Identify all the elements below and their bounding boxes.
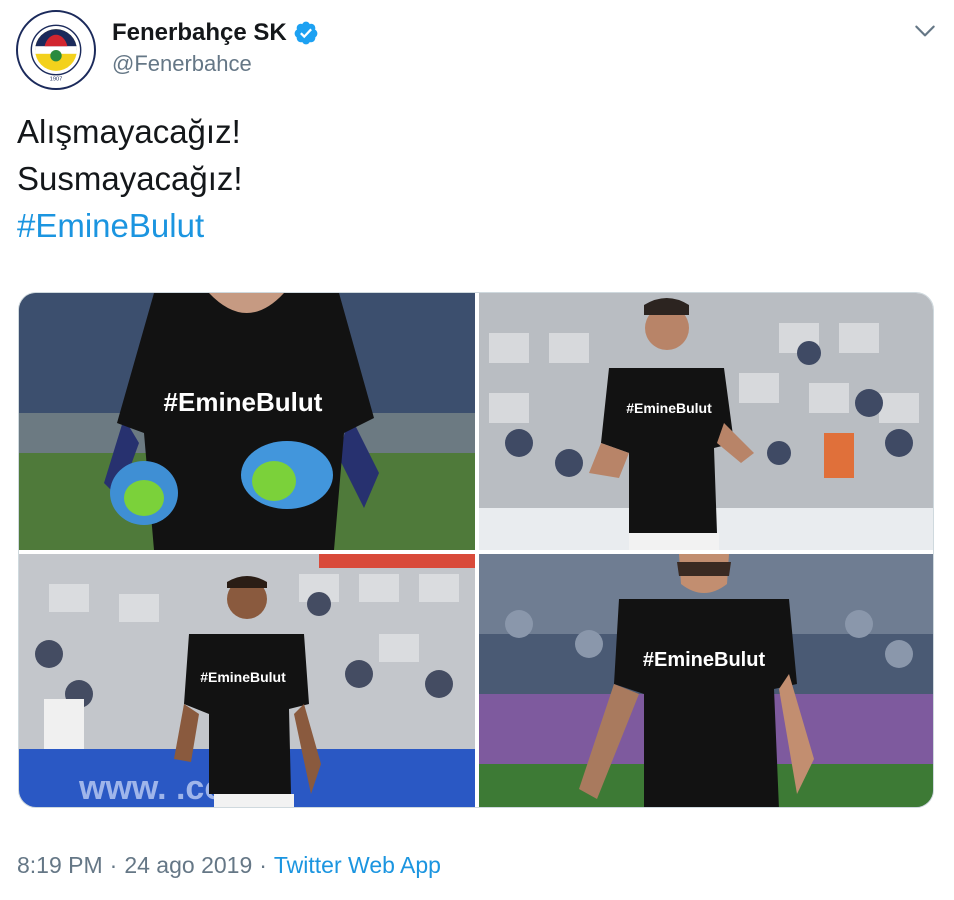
photo-player-3[interactable]: www. .com #EmineBulut (19, 554, 475, 807)
svg-text:1907: 1907 (50, 76, 63, 82)
account-avatar[interactable]: 1907 (16, 10, 96, 90)
tweet-line-1: Alışmayacağız! (17, 113, 241, 150)
shirt-hashtag: #EmineBulut (200, 669, 286, 685)
photo-goalkeeper[interactable]: #EmineBulut (19, 293, 475, 550)
display-name[interactable]: Fenerbahçe SK (112, 18, 287, 48)
shirt-hashtag: #EmineBulut (626, 400, 712, 416)
photo-player-2[interactable]: #EmineBulut (479, 293, 933, 550)
tweet-date[interactable]: 24 ago 2019 (124, 852, 252, 878)
account-name[interactable]: Fenerbahçe SK (112, 18, 319, 48)
shirt-hashtag: #EmineBulut (164, 387, 323, 417)
tweet-time[interactable]: 8:19 PM (17, 852, 103, 878)
tweet-meta: 8:19 PM · 24 ago 2019 · Twitter Web App (17, 850, 441, 880)
tweet-text: Alışmayacağız! Susmayacağız! #EmineBulut (17, 108, 243, 249)
meta-separator: · (109, 852, 118, 878)
tweet-line-2: Susmayacağız! (17, 160, 243, 197)
media-grid: #EmineBulut #EmineBulut www. .com #Emine… (18, 292, 934, 808)
verified-badge-icon (294, 21, 318, 45)
meta-separator: · (259, 852, 267, 878)
hashtag-link[interactable]: #EmineBulut (17, 202, 243, 249)
chevron-down-icon[interactable] (912, 18, 938, 44)
account-handle[interactable]: @Fenerbahce (112, 50, 252, 78)
shirt-hashtag: #EmineBulut (643, 649, 766, 671)
photo-player-4[interactable]: #EmineBulut (479, 554, 933, 807)
fenerbahce-crest-icon: 1907 (20, 14, 92, 86)
tweet-source-link[interactable]: Twitter Web App (274, 852, 441, 878)
